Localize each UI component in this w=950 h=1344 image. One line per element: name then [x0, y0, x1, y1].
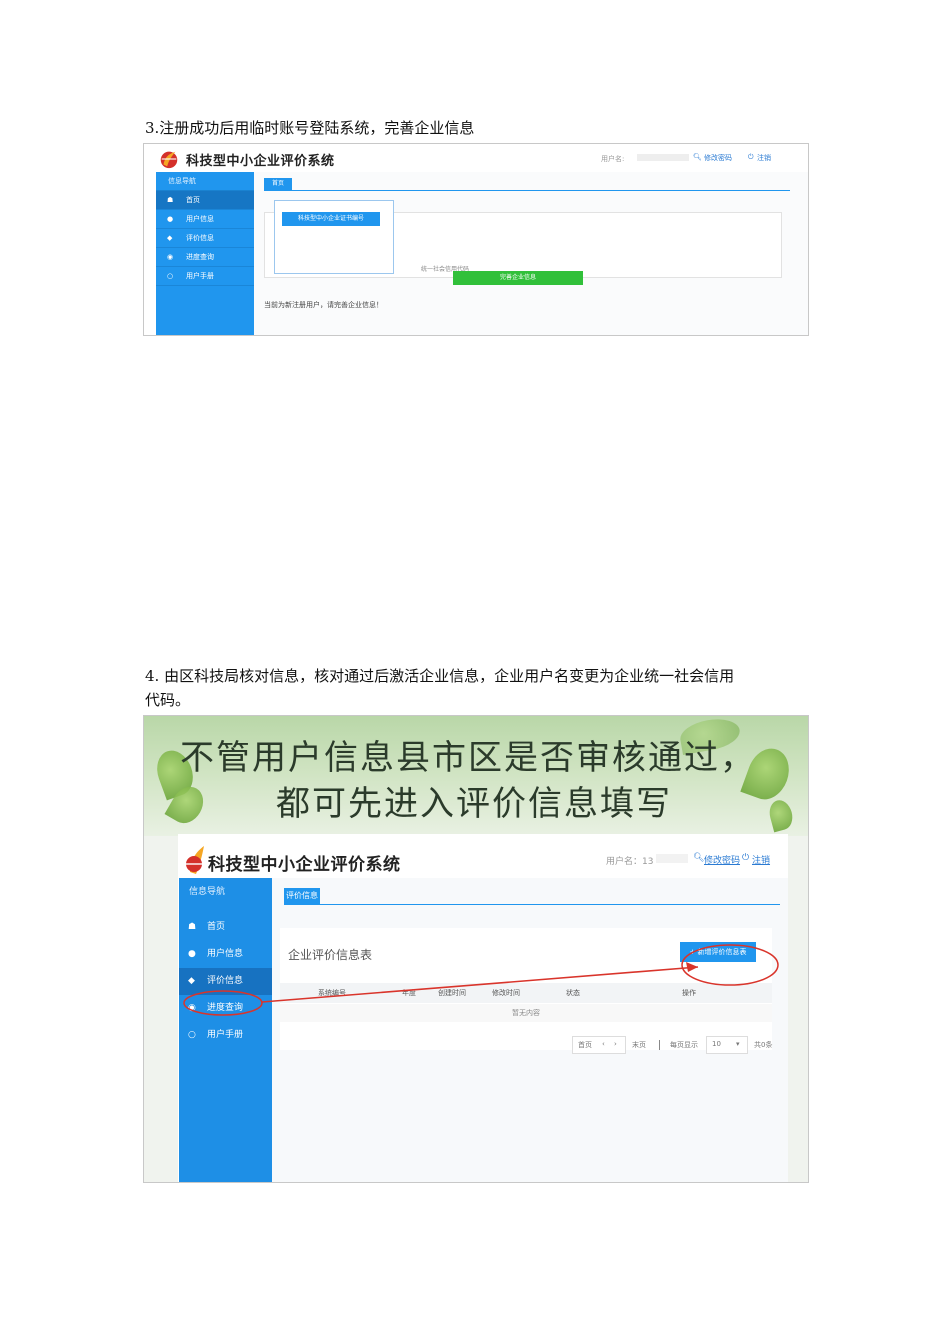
- tab-underline: [284, 904, 780, 905]
- sidebar-item-user-info[interactable]: ● 用户信息: [156, 210, 254, 229]
- eye-icon: ◉: [167, 253, 174, 261]
- table-title: 企业评价信息表: [288, 948, 373, 962]
- column-header: 创建时间: [438, 989, 466, 997]
- column-header: 操作: [682, 989, 696, 997]
- username-value-blurred: [656, 854, 688, 863]
- sidebar-item-label: 进度查询: [186, 253, 214, 261]
- logo-icon: [186, 846, 204, 874]
- column-header: 修改时间: [492, 989, 520, 997]
- power-icon: ⏻: [742, 853, 750, 863]
- app-brand: 科技型中小企业评价系统: [208, 855, 401, 875]
- tab-underline: [264, 190, 790, 191]
- leaf-decoration: [766, 797, 796, 833]
- sidebar-item-label: 用户手册: [207, 1030, 244, 1040]
- records-count: 共0条: [754, 1041, 773, 1049]
- sidebar-item-manual[interactable]: ○ 用户手册: [156, 267, 254, 286]
- screenshot-evaluation-info: 不管用户信息县市区是否审核通过， 都可先进入评价信息填写 科技型中小企业评价系统…: [143, 715, 809, 1183]
- change-password-link[interactable]: 修改密码: [704, 153, 732, 163]
- new-user-notice: 当前为新注册用户，请完善企业信息！: [264, 301, 383, 309]
- column-header: 状态: [566, 989, 580, 997]
- last-page-link[interactable]: 末页: [632, 1040, 646, 1050]
- main-content: 评价信息 企业评价信息表 + 新增评价信息表 系统编号 年度 创建时间 修改时间…: [272, 878, 788, 1182]
- sidebar-title: 信息导航: [156, 172, 254, 191]
- sidebar-item-label: 用户手册: [186, 272, 214, 280]
- app-header: 科技型中小企业评价系统 用户名: 🔍︎ 修改密码 ⏻ 注销: [144, 144, 808, 172]
- app-window: 科技型中小企业评价系统 用户名：13 🔍︎ 修改密码 ⏻ 注销 信息导航 ☗ 首页…: [178, 834, 788, 1182]
- tag-icon: ◆: [188, 976, 195, 986]
- sidebar-item-user-info[interactable]: ● 用户信息: [179, 941, 272, 968]
- sidebar-item-label: 用户信息: [186, 215, 214, 223]
- certificate-number-button[interactable]: 科技型中小企业证书编号: [282, 212, 380, 226]
- sidebar: 信息导航 ☗ 首页 ● 用户信息 ◆ 评价信息 ◉ 进度查询 ○ 用户手册: [179, 878, 272, 1182]
- tab-evaluation[interactable]: 评价信息: [284, 888, 320, 904]
- sidebar-item-home[interactable]: ☗ 首页: [156, 191, 254, 210]
- username-value-blurred: [637, 154, 689, 161]
- banner-line-1: 不管用户信息县市区是否审核通过，: [180, 738, 756, 778]
- home-icon: ☗: [167, 196, 174, 204]
- step3-text: 3.注册成功后用临时账号登陆系统，完善企业信息: [145, 119, 475, 137]
- sidebar-item-label: 首页: [207, 922, 226, 932]
- app-brand: 科技型中小企业评价系统: [186, 154, 335, 169]
- sidebar-item-label: 进度查询: [207, 1003, 244, 1013]
- key-icon: 🔍︎: [693, 153, 702, 161]
- sidebar-item-label: 用户信息: [207, 949, 244, 959]
- pager-divider: [659, 1040, 660, 1050]
- sidebar-item-progress[interactable]: ◉ 进度查询: [156, 248, 254, 267]
- sidebar-item-home[interactable]: ☗ 首页: [179, 914, 272, 941]
- sidebar-item-progress[interactable]: ◉ 进度查询: [179, 995, 272, 1022]
- user-icon: ●: [167, 215, 174, 223]
- main-content: 首页 统一社会信用代码 科技型中小企业证书编号 完善企业信息 当前为新注册用户，…: [254, 172, 808, 335]
- sidebar-item-evaluation[interactable]: ◆ 评价信息: [156, 229, 254, 248]
- user-icon: ●: [188, 949, 196, 959]
- help-icon: ○: [188, 1030, 196, 1040]
- per-page-label: 每页显示: [670, 1041, 698, 1049]
- table-header: 系统编号 年度 创建时间 修改时间 状态 操作: [280, 983, 772, 1003]
- complete-info-button[interactable]: 完善企业信息: [453, 271, 583, 285]
- column-header: 系统编号: [318, 989, 346, 997]
- power-icon: ⏻: [748, 153, 754, 161]
- tag-icon: ◆: [167, 234, 173, 242]
- sidebar-title: 信息导航: [189, 887, 226, 897]
- eye-icon: ◉: [188, 1003, 196, 1013]
- per-page-value: 10: [712, 1040, 721, 1048]
- step4-text-line2: 代码。: [145, 691, 191, 709]
- column-header: 年度: [402, 989, 416, 997]
- sidebar-item-label: 评价信息: [186, 234, 214, 242]
- sidebar-item-manual[interactable]: ○ 用户手册: [179, 1022, 272, 1049]
- logout-link[interactable]: 注销: [752, 853, 770, 866]
- sidebar: 信息导航 ☗ 首页 ● 用户信息 ◆ 评价信息 ◉ 进度查询 ○ 用户手册: [156, 172, 254, 335]
- sidebar-item-label: 首页: [186, 196, 200, 204]
- change-password-link[interactable]: 修改密码: [704, 853, 740, 866]
- sidebar-item-label: 评价信息: [207, 976, 244, 986]
- add-evaluation-button[interactable]: + 新增评价信息表: [680, 942, 756, 962]
- username-label: 用户名:: [601, 155, 625, 163]
- home-icon: ☗: [188, 922, 197, 932]
- step4-text-line1: 4. 由区科技局核对信息，核对通过后激活企业信息，企业用户名变更为企业统一社会信…: [145, 667, 735, 685]
- help-icon: ○: [167, 272, 174, 280]
- banner-line-2: 都可先进入评价信息填写: [276, 784, 672, 824]
- username-label: 用户名：13: [606, 857, 654, 867]
- empty-table-message: 暂无内容: [280, 1004, 772, 1022]
- key-icon: 🔍︎: [693, 853, 705, 863]
- chevron-down-icon: ▾: [736, 1040, 740, 1048]
- logo-icon: [160, 151, 178, 169]
- banner: 不管用户信息县市区是否审核通过， 都可先进入评价信息填写: [144, 716, 808, 836]
- logout-link[interactable]: 注销: [757, 153, 771, 163]
- evaluation-table-panel: 企业评价信息表 + 新增评价信息表 系统编号 年度 创建时间 修改时间 状态 操…: [280, 928, 772, 1050]
- sidebar-item-evaluation[interactable]: ◆ 评价信息: [179, 968, 272, 995]
- screenshot-register-complete: 科技型中小企业评价系统 用户名: 🔍︎ 修改密码 ⏻ 注销 信息导航 ☗ 首页 ●…: [143, 143, 809, 336]
- prev-page-icon[interactable]: ‹: [602, 1040, 605, 1048]
- step4-text: 4. 由区科技局核对信息，核对通过后激活企业信息，企业用户名变更为企业统一社会信…: [145, 664, 810, 712]
- tab-home[interactable]: 首页: [264, 178, 292, 190]
- first-page-link[interactable]: 首页: [578, 1040, 592, 1050]
- next-page-icon[interactable]: ›: [614, 1040, 617, 1048]
